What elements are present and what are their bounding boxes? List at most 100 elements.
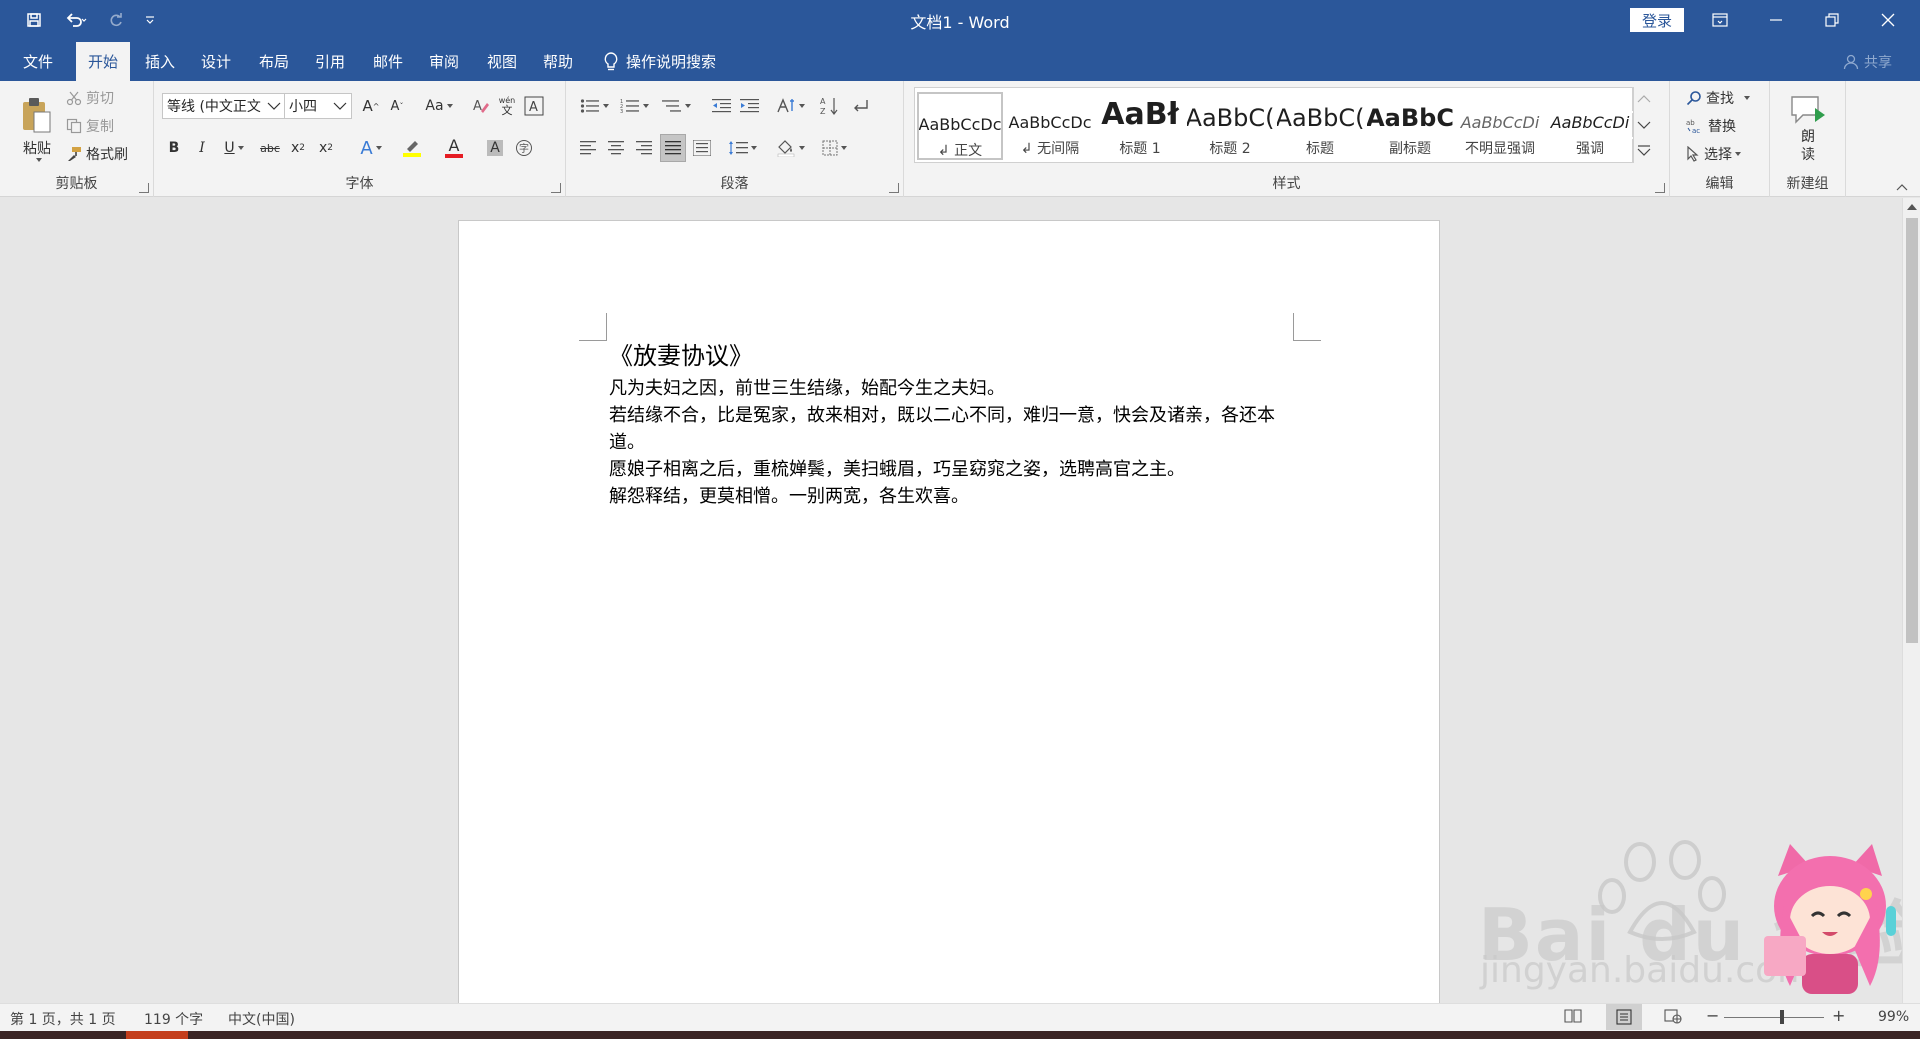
italic-icon[interactable]: I: [190, 135, 214, 161]
gallery-more-icon[interactable]: [1632, 139, 1654, 163]
replace-button[interactable]: ab ac 替换: [1686, 115, 1736, 137]
document-page[interactable]: 《放妻协议》 凡为夫妇之因，前世三生结缘，始配今生之夫妇。 若结缘不合，比是冤家…: [458, 220, 1440, 1003]
decrease-indent-icon[interactable]: [710, 93, 734, 119]
superscript-icon[interactable]: x2: [314, 135, 338, 161]
style-normal[interactable]: AaBbCcDc ↲ 正文: [917, 92, 1003, 160]
sort-icon[interactable]: AZ: [818, 93, 842, 119]
scrollbar-thumb[interactable]: [1906, 218, 1918, 643]
chevron-up-icon[interactable]: [1632, 87, 1654, 111]
grow-font-icon[interactable]: A ^: [360, 93, 382, 119]
highlight-color-icon[interactable]: [394, 135, 430, 161]
underline-icon[interactable]: U: [216, 135, 252, 161]
page-count[interactable]: 第 1 页，共 1 页: [10, 1009, 116, 1029]
read-aloud-button[interactable]: 朗 读: [1780, 89, 1836, 169]
shrink-font-icon[interactable]: Aˇ: [386, 93, 408, 119]
select-button[interactable]: 选择: [1686, 143, 1741, 165]
zoom-in-icon[interactable]: +: [1832, 1006, 1845, 1025]
login-button[interactable]: 登录: [1630, 8, 1684, 32]
cut-button[interactable]: 剪切: [66, 87, 114, 109]
chevron-down-icon[interactable]: [329, 94, 351, 118]
show-formatting-marks-icon[interactable]: [848, 93, 872, 119]
tab-file[interactable]: 文件: [12, 42, 64, 81]
style-name: 标题 1: [1119, 141, 1161, 157]
tab-review[interactable]: 审阅: [418, 42, 470, 81]
zoom-out-icon[interactable]: −: [1706, 1006, 1719, 1025]
strikethrough-icon[interactable]: abc: [258, 135, 282, 161]
increase-indent-icon[interactable]: [738, 93, 762, 119]
shading-icon[interactable]: [772, 135, 808, 161]
status-bar: 第 1 页，共 1 页 119 个字 中文(中国) − + 99%: [0, 1003, 1920, 1031]
ribbon-display-options-icon[interactable]: [1692, 0, 1748, 40]
font-size-combo[interactable]: 小四: [284, 93, 352, 119]
paste-button[interactable]: 粘贴: [14, 87, 60, 171]
language-indicator[interactable]: 中文(中国): [228, 1009, 295, 1029]
font-name-combo[interactable]: 等线 (中文正文: [162, 93, 286, 119]
document-body[interactable]: 《放妻协议》 凡为夫妇之因，前世三生结缘，始配今生之夫妇。 若结缘不合，比是冤家…: [609, 339, 1309, 510]
bullets-icon[interactable]: [576, 93, 612, 119]
multilevel-list-icon[interactable]: [658, 93, 694, 119]
subscript-icon[interactable]: x2: [286, 135, 310, 161]
vertical-scrollbar[interactable]: [1902, 198, 1920, 1003]
numbering-icon[interactable]: 123: [616, 93, 652, 119]
style-emphasis[interactable]: AaBbCcDi 强调: [1547, 92, 1633, 160]
font-dialog-launcher[interactable]: [551, 183, 561, 193]
zoom-level[interactable]: 99%: [1878, 1009, 1909, 1025]
share-button[interactable]: 共享: [1843, 52, 1892, 72]
line-spacing-icon[interactable]: [724, 135, 760, 161]
character-shading-icon[interactable]: A: [484, 135, 506, 161]
zoom-slider-thumb[interactable]: [1780, 1010, 1784, 1024]
zoom-slider[interactable]: [1724, 1017, 1824, 1018]
chevron-down-icon[interactable]: [1632, 113, 1654, 137]
borders-icon[interactable]: [816, 135, 852, 161]
print-layout-icon[interactable]: [1606, 1004, 1642, 1030]
style-no-spacing[interactable]: AaBbCcDc ↲ 无间隔: [1007, 92, 1093, 160]
clear-formatting-icon[interactable]: A: [470, 93, 492, 119]
phonetic-guide-icon[interactable]: wén 文: [496, 93, 518, 119]
chinese-layout-icon[interactable]: [772, 93, 808, 119]
align-right-icon[interactable]: [632, 135, 656, 161]
scroll-up-icon[interactable]: [1903, 198, 1920, 216]
bold-icon[interactable]: B: [162, 135, 186, 161]
tab-home[interactable]: 开始: [76, 42, 130, 81]
style-heading-2[interactable]: AaBbC( 标题 2: [1187, 92, 1273, 160]
style-subtle-emphasis[interactable]: AaBbCcDi 不明显强调: [1457, 92, 1543, 160]
paragraph-dialog-launcher[interactable]: [889, 183, 899, 193]
style-subtitle[interactable]: AaBbC 副标题: [1367, 92, 1453, 160]
distributed-icon[interactable]: [690, 135, 714, 161]
undo-icon[interactable]: [58, 8, 94, 32]
tab-help[interactable]: 帮助: [532, 42, 584, 81]
collapse-ribbon-icon[interactable]: [1892, 181, 1912, 193]
read-mode-icon[interactable]: [1564, 1008, 1582, 1028]
style-title[interactable]: AaBbC( 标题: [1277, 92, 1363, 160]
tab-insert[interactable]: 插入: [134, 42, 186, 81]
save-icon[interactable]: [20, 8, 48, 32]
justify-icon[interactable]: [660, 134, 686, 162]
chevron-down-icon[interactable]: [263, 94, 285, 118]
web-layout-icon[interactable]: [1664, 1008, 1682, 1028]
style-heading-1[interactable]: AaBł 标题 1: [1097, 92, 1183, 160]
change-case-icon[interactable]: Aa: [422, 93, 456, 119]
tab-references[interactable]: 引用: [304, 42, 356, 81]
minimize-icon[interactable]: [1748, 0, 1804, 40]
styles-dialog-launcher[interactable]: [1655, 183, 1665, 193]
tab-mailings[interactable]: 邮件: [362, 42, 414, 81]
tab-design[interactable]: 设计: [190, 42, 242, 81]
copy-button[interactable]: 复制: [66, 115, 114, 137]
clipboard-dialog-launcher[interactable]: [139, 183, 149, 193]
tell-me-search[interactable]: 操作说明搜索: [604, 42, 716, 81]
restore-icon[interactable]: [1804, 0, 1860, 40]
format-painter-button[interactable]: 格式刷: [66, 143, 128, 165]
font-color-icon[interactable]: A: [436, 135, 472, 161]
enclose-characters-icon[interactable]: 字: [512, 135, 536, 161]
text-effects-icon[interactable]: A: [354, 135, 388, 161]
customize-qat-icon[interactable]: [136, 8, 164, 32]
align-center-icon[interactable]: [604, 135, 628, 161]
character-border-icon[interactable]: A: [522, 93, 546, 119]
tab-view[interactable]: 视图: [476, 42, 528, 81]
word-count[interactable]: 119 个字: [144, 1009, 203, 1029]
redo-icon[interactable]: [102, 8, 130, 32]
find-button[interactable]: 查找: [1686, 87, 1750, 109]
close-icon[interactable]: [1860, 0, 1916, 40]
tab-layout[interactable]: 布局: [248, 42, 300, 81]
align-left-icon[interactable]: [576, 135, 600, 161]
